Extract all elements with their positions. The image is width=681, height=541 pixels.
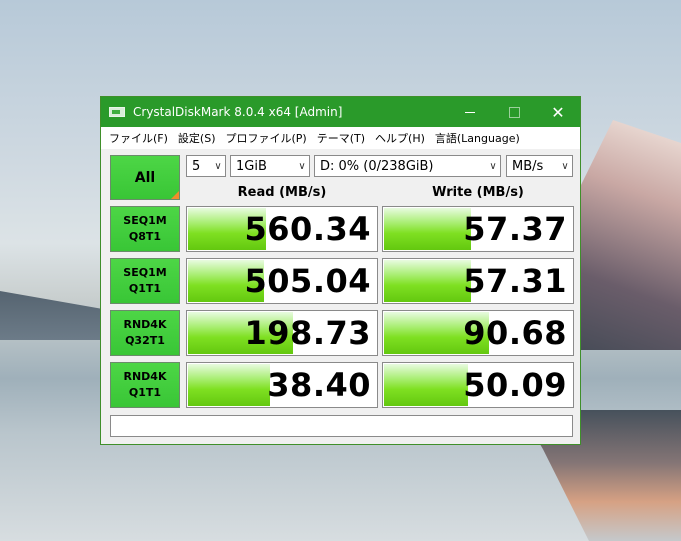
crystaldiskmark-window: CrystalDiskMark 8.0.4 x64 [Admin] ✕ ファイル… [100, 96, 581, 445]
read-value: 38.40 [267, 366, 371, 404]
close-icon: ✕ [551, 102, 565, 122]
chevron-down-icon: ∨ [298, 160, 306, 172]
write-value: 50.09 [463, 366, 567, 404]
write-result-rnd4k-q32t1: 90.68 [382, 310, 574, 356]
size-select[interactable]: 1GiB ∨ [230, 155, 310, 177]
test-queue: Q1T1 [128, 282, 162, 295]
read-result-seq1m-q8t1: 560.34 [186, 206, 378, 252]
window-title: CrystalDiskMark 8.0.4 x64 [Admin] [133, 105, 343, 119]
chevron-down-icon: ∨ [489, 160, 497, 172]
read-value: 560.34 [244, 210, 371, 248]
test-name: SEQ1M [123, 266, 167, 279]
size-select-value: 1GiB [236, 158, 267, 174]
test-seq1m-q8t1-button[interactable]: SEQ1M Q8T1 [110, 206, 180, 252]
write-header: Write (MB/s) [432, 184, 524, 200]
menu-profile[interactable]: プロファイル(P) [224, 130, 315, 146]
count-select-value: 5 [192, 158, 201, 174]
unit-select-value: MB/s [512, 158, 544, 174]
write-value: 90.68 [463, 314, 567, 352]
read-value: 505.04 [244, 262, 371, 300]
menu-file[interactable]: ファイル(F) [107, 130, 176, 146]
comment-input[interactable] [110, 415, 573, 437]
menu-help[interactable]: ヘルプ(H) [373, 130, 433, 146]
menu-bar: ファイル(F) 設定(S) プロファイル(P) テーマ(T) ヘルプ(H) 言語… [101, 127, 580, 149]
write-bar [384, 260, 472, 302]
menu-settings[interactable]: 設定(S) [176, 130, 224, 146]
chevron-down-icon: ∨ [561, 160, 569, 172]
test-seq1m-q1t1-button[interactable]: SEQ1M Q1T1 [110, 258, 180, 304]
test-name: RND4K [123, 318, 167, 331]
benchmark-panel: All 5 ∨ 1GiB ∨ D: 0% (0/238GiB) ∨ MB/s ∨… [101, 149, 580, 444]
test-queue: Q8T1 [128, 230, 162, 243]
test-queue: Q1T1 [128, 386, 162, 399]
menu-theme[interactable]: テーマ(T) [315, 130, 373, 146]
all-button[interactable]: All [110, 155, 180, 200]
minimize-icon [465, 111, 475, 113]
maximize-icon [508, 106, 520, 118]
test-rnd4k-q1t1-button[interactable]: RND4K Q1T1 [110, 362, 180, 408]
corner-marker-icon [171, 191, 179, 199]
maximize-button[interactable] [492, 97, 536, 127]
write-result-seq1m-q8t1: 57.37 [382, 206, 574, 252]
read-header: Read (MB/s) [237, 184, 327, 200]
chevron-down-icon: ∨ [214, 160, 222, 172]
minimize-button[interactable] [448, 97, 492, 127]
read-result-rnd4k-q1t1: 38.40 [186, 362, 378, 408]
write-bar [384, 208, 472, 250]
unit-select[interactable]: MB/s ∨ [506, 155, 573, 177]
app-disk-icon [109, 104, 125, 120]
write-value: 57.37 [463, 210, 567, 248]
test-rnd4k-q32t1-button[interactable]: RND4K Q32T1 [110, 310, 180, 356]
test-name: RND4K [123, 370, 167, 383]
write-value: 57.31 [463, 262, 567, 300]
count-select[interactable]: 5 ∨ [186, 155, 226, 177]
drive-select[interactable]: D: 0% (0/238GiB) ∨ [314, 155, 501, 177]
read-result-seq1m-q1t1: 505.04 [186, 258, 378, 304]
test-queue: Q32T1 [125, 334, 165, 347]
read-value: 198.73 [244, 314, 371, 352]
write-result-rnd4k-q1t1: 50.09 [382, 362, 574, 408]
drive-select-value: D: 0% (0/238GiB) [320, 158, 434, 174]
write-result-seq1m-q1t1: 57.31 [382, 258, 574, 304]
read-bar [188, 364, 270, 406]
read-result-rnd4k-q32t1: 198.73 [186, 310, 378, 356]
all-button-label: All [134, 169, 156, 186]
close-button[interactable]: ✕ [536, 97, 580, 127]
write-bar [384, 364, 468, 406]
menu-language[interactable]: 言語(Language) [433, 130, 528, 146]
test-name: SEQ1M [123, 214, 167, 227]
title-bar[interactable]: CrystalDiskMark 8.0.4 x64 [Admin] ✕ [101, 97, 580, 127]
